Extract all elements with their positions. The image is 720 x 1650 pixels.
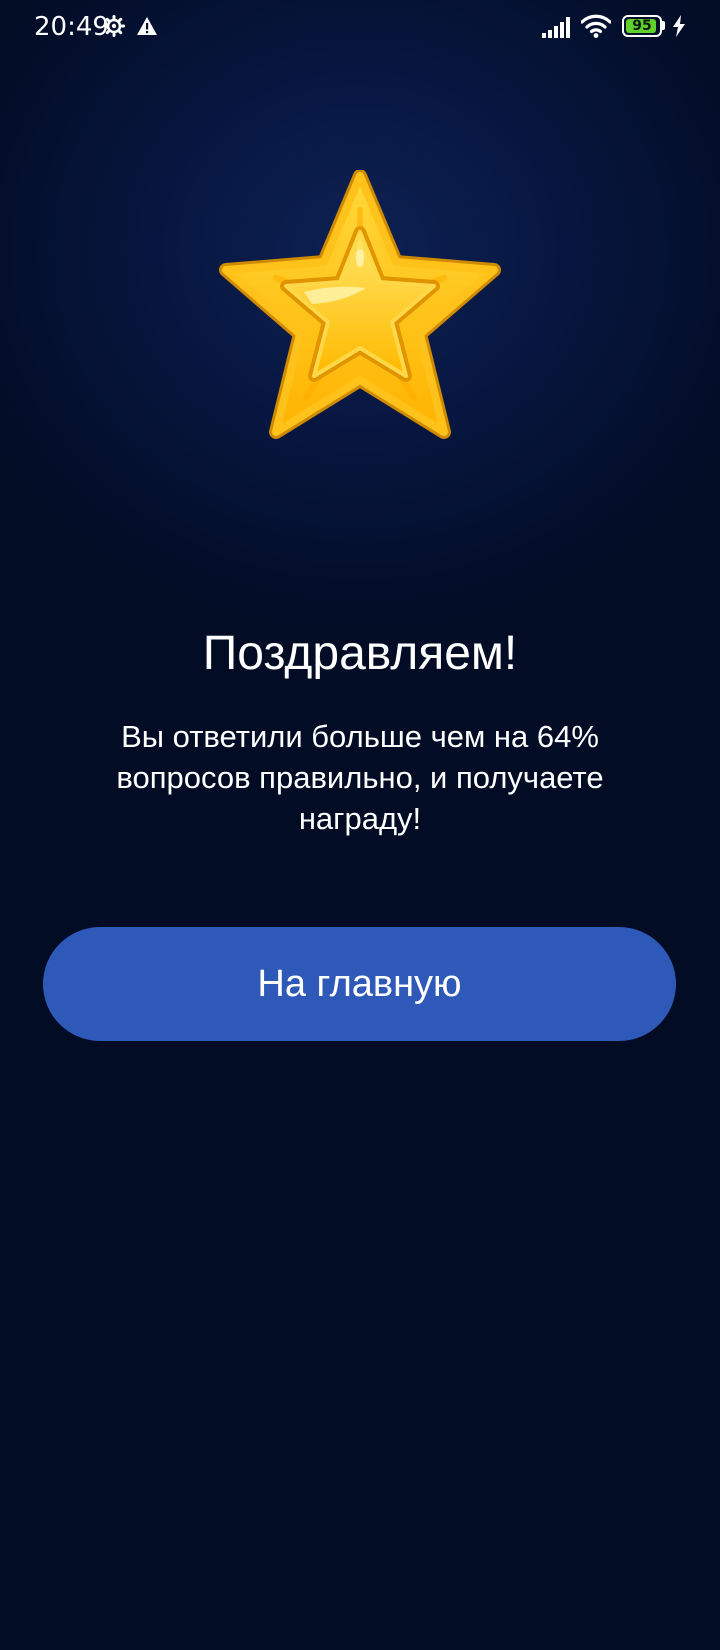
reward-star [216,169,504,442]
home-button[interactable]: На главную [43,927,676,1041]
battery-cap [662,21,665,30]
battery-icon: 95 [622,15,662,37]
wifi-icon [581,14,611,38]
congratulations-title: Поздравляем! [202,627,518,680]
signal-icon [542,17,570,38]
status-bar: 20:49 95 [0,0,720,56]
warning-icon [137,17,157,35]
star-icon [219,169,501,439]
result-message: Вы ответили больше чем на 64% вопросов п… [116,719,604,836]
status-time: 20:49 [34,12,109,42]
gear-icon [103,15,125,37]
charging-bolt-icon [673,15,685,37]
battery-level-text: 95 [632,18,652,34]
